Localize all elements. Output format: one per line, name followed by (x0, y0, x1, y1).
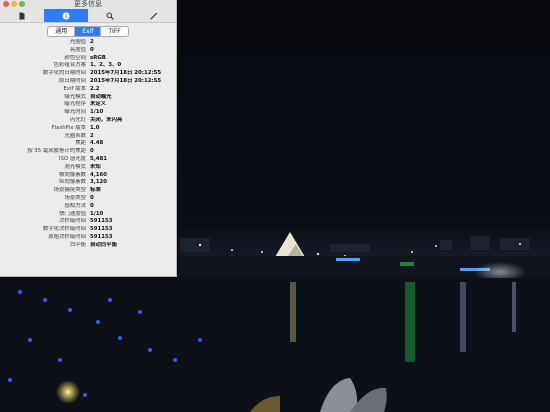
exif-value[interactable]: 自动曝光 (90, 94, 176, 102)
exif-label: 色彩组合方案 (53, 62, 86, 69)
exif-row: 原日期时间 2015年7月18日 20:12:55 (0, 78, 176, 86)
tab-annotate[interactable] (132, 9, 176, 22)
exif-value[interactable]: 2 (90, 39, 176, 47)
exif-row: 纵向像素数 3,120 (0, 179, 176, 187)
exif-label: 曝光模式 (64, 93, 86, 100)
exif-value[interactable]: 0 (90, 195, 176, 203)
exif-value[interactable]: 5,481 (90, 156, 176, 164)
exif-label: 焦距 (75, 140, 86, 147)
pen-icon (150, 12, 158, 19)
exif-value[interactable]: 3,120 (90, 179, 176, 187)
metadata-segmented-control: 通用 Exif TIFF (47, 25, 129, 37)
exif-label: 次秒级时间 (59, 218, 86, 225)
exif-value[interactable]: 4.48 (90, 140, 176, 148)
exif-value[interactable]: 标准 (90, 187, 176, 195)
exif-row: 光圈系数 2 (0, 133, 176, 141)
exif-label: 白平衡 (69, 241, 86, 248)
exif-value[interactable]: 1、2、3、0 (90, 62, 176, 70)
exif-row: ISO 感光度 5,481 (0, 156, 176, 164)
more-info-panel: 更多信息 通用 Exif TIFF 光圈值 2 亮度值 0 颜色空间 sRGB … (0, 0, 177, 277)
exif-value[interactable]: 自动白平衡 (90, 242, 176, 250)
exif-row: 颜色空间 sRGB (0, 55, 176, 63)
exif-row: 闪光灯 关闭，未闪亮 (0, 117, 176, 125)
inspector-toolbar (0, 9, 176, 23)
exif-value[interactable]: 关闭，未闪亮 (90, 117, 176, 125)
exif-row: 按 35 毫米胶卷计的焦距 0 (0, 148, 176, 156)
exif-row: 数字化的日期时间 2015年7月18日 20:12:55 (0, 70, 176, 78)
document-icon (19, 12, 25, 19)
info-icon (62, 11, 70, 20)
exif-value[interactable]: 2.2 (90, 86, 176, 94)
exif-row: 白平衡 自动白平衡 (0, 242, 176, 250)
exif-value[interactable]: 2015年7月18日 20:12:55 (90, 70, 176, 78)
exif-label: 曝光时间 (64, 109, 86, 116)
exif-label: 光圈值 (69, 39, 86, 45)
exif-label: 曝光程序 (64, 101, 86, 108)
exif-list: 光圈值 2 亮度值 0 颜色空间 sRGB 色彩组合方案 1、2、3、0 数字化的日期时间 201… (0, 39, 176, 250)
exif-label: 原始次秒级时间 (48, 233, 86, 240)
segment-row: 通用 Exif TIFF (0, 24, 176, 38)
exif-label: 原日期时间 (59, 77, 86, 84)
exif-label: 亮度值 (69, 46, 86, 53)
exif-label: 测光模式 (64, 163, 86, 170)
segment-general[interactable]: 通用 (48, 27, 74, 36)
exif-row: 数字化次秒级时间 591153 (0, 226, 176, 234)
exif-row: 场景类型 0 (0, 195, 176, 203)
segment-exif[interactable]: Exif (74, 26, 101, 36)
exif-row: 次秒级时间 591153 (0, 218, 176, 226)
exif-value[interactable]: 591153 (90, 234, 176, 242)
exif-label: 场景捕捉类型 (53, 187, 86, 194)
exif-label: 场景类型 (64, 194, 86, 201)
exif-value[interactable]: 4,160 (90, 172, 176, 180)
exif-value[interactable]: 1/10 (90, 109, 176, 117)
exif-label: Exif 版本 (63, 85, 87, 92)
exif-label: 光圈系数 (64, 132, 86, 139)
exif-row: 曝光模式 自动曝光 (0, 94, 176, 102)
exif-value[interactable]: 0 (90, 47, 176, 55)
exif-label: 颜色空间 (64, 54, 86, 61)
segment-tiff[interactable]: TIFF (100, 26, 127, 36)
exif-row: 曝光时间 1/10 (0, 109, 176, 117)
exif-label: 横向像素数 (59, 171, 86, 178)
exif-label: 数字化次秒级时间 (42, 226, 86, 233)
exif-value[interactable]: 0 (90, 203, 176, 211)
tab-info[interactable] (44, 9, 88, 22)
exif-value[interactable]: 591153 (90, 218, 176, 226)
exif-label: 闪光灯 (69, 116, 86, 123)
exif-value[interactable]: 2015年7月18日 20:12:55 (90, 78, 176, 86)
exif-row: 色彩组合方案 1、2、3、0 (0, 62, 176, 70)
exif-row: 感知方法 0 (0, 203, 176, 211)
exif-row: 焦距 4.48 (0, 140, 176, 148)
exif-value[interactable]: sRGB (90, 55, 176, 63)
exif-value[interactable]: 591153 (90, 226, 176, 234)
exif-value[interactable]: 未知 (90, 164, 176, 172)
exif-label: 纵向像素数 (59, 179, 86, 186)
exif-label: FlashPix 版本 (51, 124, 86, 131)
exif-row: 曝光程序 未定义 (0, 101, 176, 109)
exif-row: Exif 版本 2.2 (0, 86, 176, 94)
exif-value[interactable]: 1.0 (90, 125, 176, 133)
exif-value[interactable]: 2 (90, 133, 176, 141)
exif-label: 感知方法 (64, 202, 86, 209)
tab-search[interactable] (88, 9, 132, 22)
window-title: 更多信息 (74, 0, 102, 8)
exif-row: 光圈值 2 (0, 39, 176, 47)
exif-label: 按 35 毫米胶卷计的焦距 (27, 148, 86, 155)
exif-label: 数字化的日期时间 (42, 70, 86, 77)
exif-row: 场景捕捉类型 标准 (0, 187, 176, 195)
exif-value[interactable]: 0 (90, 148, 176, 156)
exif-label: 快门速度值 (59, 210, 86, 217)
exif-row: FlashPix 版本 1.0 (0, 125, 176, 133)
exif-row: 测光模式 未知 (0, 164, 176, 172)
exif-row: 原始次秒级时间 591153 (0, 234, 176, 242)
magnifier-icon (106, 12, 114, 20)
title-bar[interactable]: 更多信息 (0, 0, 176, 9)
tab-document[interactable] (0, 9, 44, 22)
exif-label: ISO 感光度 (58, 155, 86, 162)
exif-value[interactable]: 未定义 (90, 101, 176, 109)
exif-row: 横向像素数 4,160 (0, 172, 176, 180)
exif-value[interactable]: 1/10 (90, 211, 176, 219)
exif-row: 快门速度值 1/10 (0, 211, 176, 219)
exif-row: 亮度值 0 (0, 47, 176, 55)
